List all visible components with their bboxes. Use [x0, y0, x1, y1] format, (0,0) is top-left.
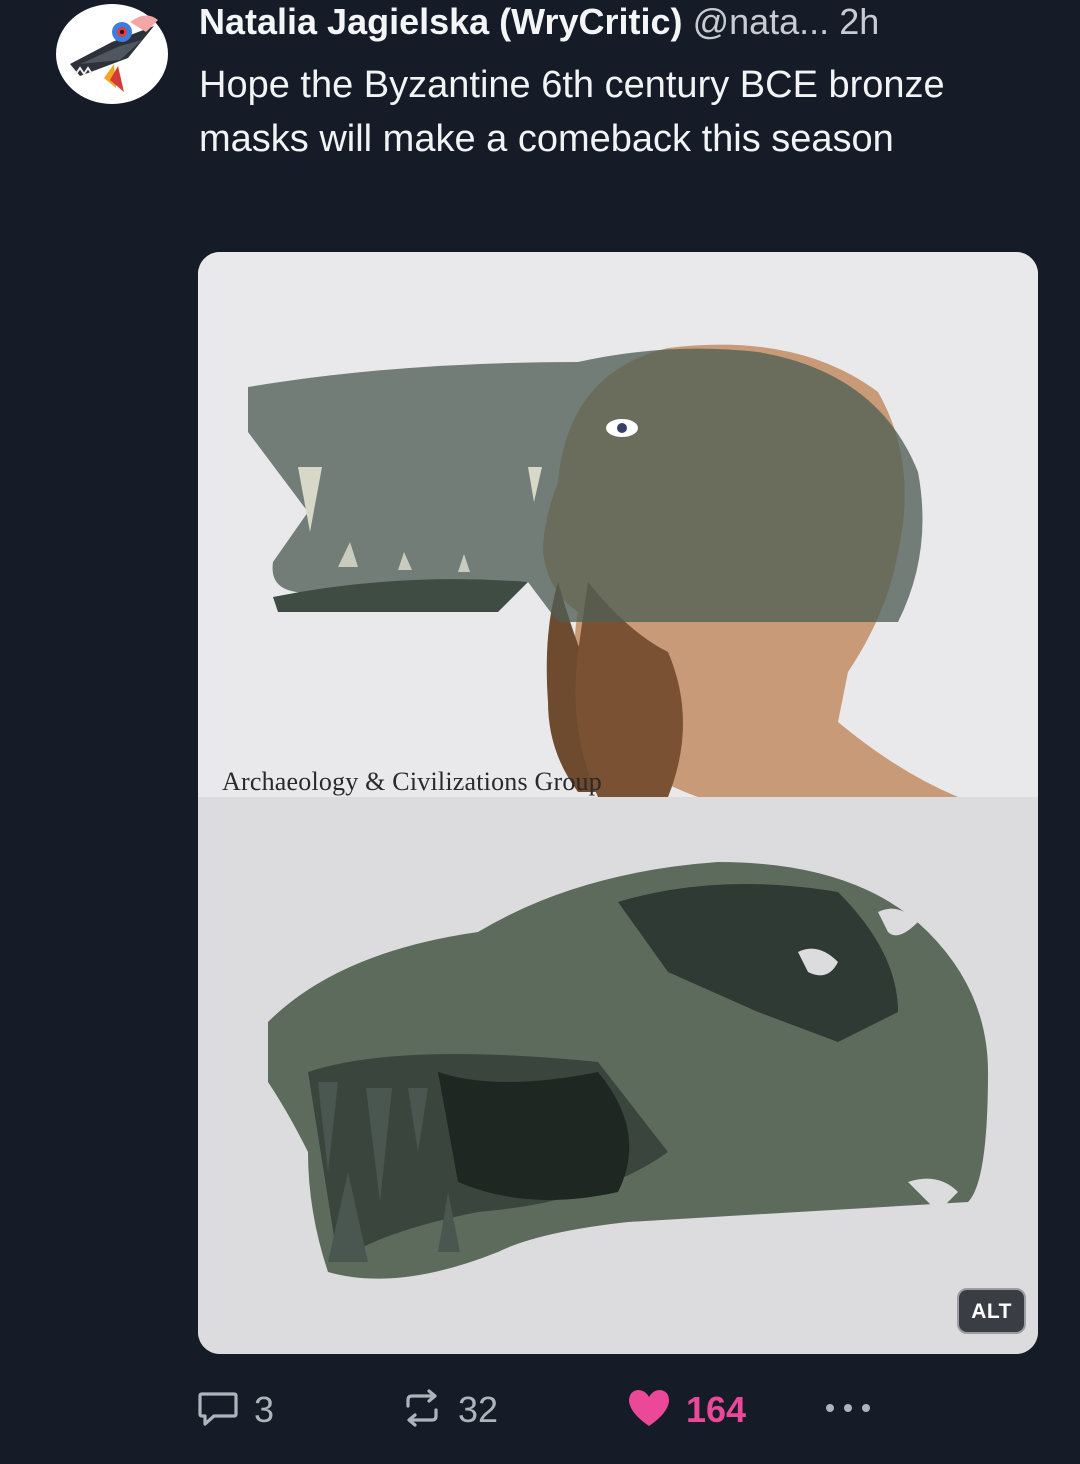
post-image[interactable]: Archaeology & Civilizations Group ALT — [198, 252, 1038, 1354]
like-count: 164 — [686, 1389, 747, 1430]
reply-button[interactable]: 3 — [196, 1380, 274, 1440]
post-time[interactable]: 2h — [839, 1, 879, 42]
repost-button[interactable]: 32 — [400, 1380, 498, 1440]
reply-icon — [196, 1388, 240, 1433]
repost-count: 32 — [458, 1389, 499, 1430]
reply-count: 3 — [254, 1389, 275, 1430]
repost-icon — [400, 1388, 444, 1433]
alt-text-button[interactable]: ALT — [957, 1288, 1026, 1334]
author-name[interactable]: Natalia Jagielska (WryCritic) — [199, 1, 683, 42]
author-handle[interactable]: @nata... — [693, 1, 830, 42]
more-icon — [824, 1401, 872, 1419]
image-watermark: Archaeology & Civilizations Group — [222, 767, 602, 796]
like-button[interactable]: 164 — [626, 1380, 746, 1440]
image-content — [198, 252, 1038, 1354]
more-options-button[interactable] — [824, 1380, 872, 1440]
post-actions: 3 32 164 — [196, 1380, 916, 1440]
heart-icon — [626, 1387, 672, 1434]
post: Natalia Jagielska (WryCritic) @nata... 2… — [0, 0, 1080, 1464]
bird-avatar-icon[interactable] — [50, 2, 170, 106]
post-header: Natalia Jagielska (WryCritic) @nata... 2… — [199, 0, 1049, 48]
post-text: Hope the Byzantine 6th century BCE bronz… — [199, 64, 945, 160]
